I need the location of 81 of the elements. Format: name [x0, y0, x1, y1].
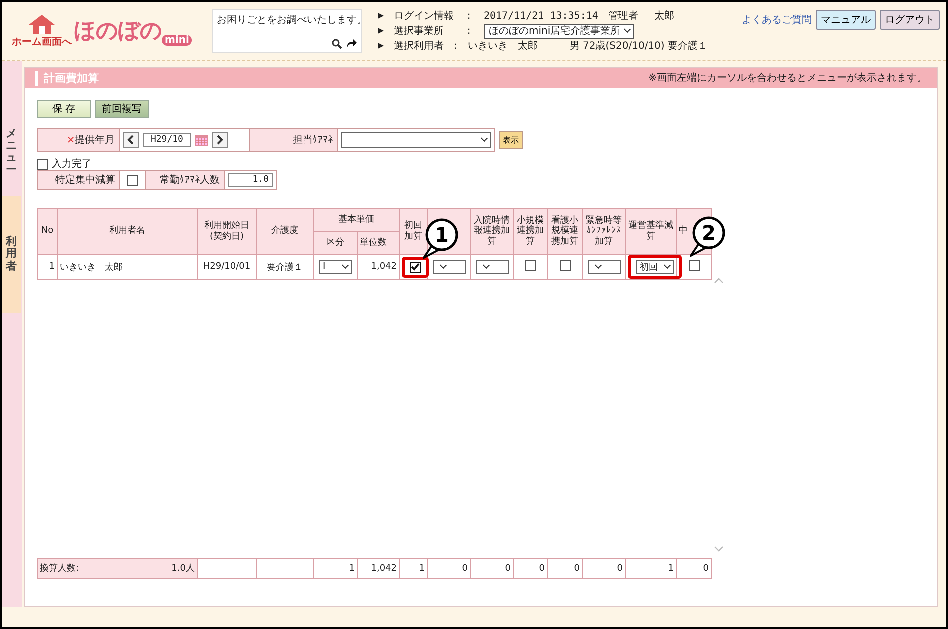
- info-separator: :: [453, 40, 459, 52]
- input-complete-checkbox[interactable]: [37, 158, 48, 170]
- search-icon[interactable]: [332, 39, 342, 49]
- column-header: 利用開始日 (契約日): [198, 208, 256, 254]
- info-label: 選択事業所: [394, 24, 445, 38]
- table-cell: 0: [514, 558, 548, 578]
- table-cell: 0: [428, 558, 470, 578]
- table-select[interactable]: [476, 260, 508, 274]
- office-select[interactable]: ほのぼのmini居宅介護事業所: [484, 24, 634, 38]
- info-value: 男 72歳(S20/10/10) 要介護１: [570, 40, 708, 53]
- bullet-icon: [378, 28, 384, 34]
- table-select[interactable]: [432, 260, 466, 274]
- table-cell: 1: [400, 558, 428, 578]
- info-label: 選択利用者: [394, 40, 444, 53]
- table-select[interactable]: Ⅰ: [319, 260, 352, 274]
- show-button[interactable]: 表示: [499, 131, 523, 149]
- column-header: 基本単価: [314, 208, 400, 232]
- next-month-button[interactable]: [212, 132, 228, 148]
- table-select[interactable]: [588, 260, 620, 274]
- field-label: 常勤ｹｱﾏﾈ人数: [145, 171, 226, 189]
- table-checkbox[interactable]: [688, 260, 700, 271]
- manual-button[interactable]: マニュアル: [816, 10, 876, 30]
- redo-arrow-icon[interactable]: [346, 39, 357, 49]
- column-header: 介護度: [256, 208, 314, 254]
- month-field[interactable]: H29/10: [143, 133, 192, 147]
- table-cell: H29/10/01: [198, 254, 256, 280]
- care-manager-select[interactable]: [341, 132, 491, 148]
- table-cell: 1: [314, 558, 358, 578]
- table-cell: いきいき 太郎: [58, 254, 198, 280]
- house-icon: [27, 13, 57, 35]
- notice-text: ※画面左端にカーソルを合わせるとメニューが表示されます。: [648, 72, 927, 85]
- chevron-right-icon: [216, 135, 224, 145]
- bullet-icon: [378, 13, 384, 19]
- column-header: 緊急時等ｶﾝﾌｧﾚﾝｽ加算: [582, 208, 626, 254]
- table-cell: 0: [676, 558, 712, 578]
- column-header: 初回加算: [400, 208, 428, 254]
- column-header: 看護小規模連携加算: [548, 208, 582, 254]
- reduction-checkbox[interactable]: [127, 174, 138, 186]
- table-cell: 1: [626, 558, 676, 578]
- save-button[interactable]: 保 存: [37, 100, 91, 118]
- table-cell: 0: [582, 558, 626, 578]
- checkbox-label: 入力完了: [52, 158, 92, 171]
- table-cell: 0: [470, 558, 514, 578]
- bullet-icon: [378, 43, 384, 49]
- table-cell: 1,042: [358, 254, 400, 280]
- column-header: 区分: [314, 232, 358, 254]
- staff-count-field[interactable]: 1.0: [228, 173, 274, 187]
- field-label: 特定集中減算: [38, 171, 120, 189]
- column-header: 運営基準減算: [626, 208, 676, 254]
- table-checkbox[interactable]: [560, 260, 570, 271]
- table-checkbox[interactable]: [410, 262, 421, 272]
- copy-previous-button[interactable]: 前回複写: [95, 100, 149, 118]
- side-tab[interactable]: メニュー: [2, 116, 21, 188]
- column-header: No: [38, 208, 58, 254]
- calendar-icon[interactable]: [195, 134, 208, 146]
- footer-label: 換算人数:: [40, 564, 80, 574]
- page-title: 計画費加算: [35, 70, 99, 86]
- table-cell: 1: [38, 254, 58, 280]
- info-separator: :: [466, 10, 472, 22]
- previous-month-button[interactable]: [123, 132, 140, 148]
- info-separator: :: [466, 26, 472, 36]
- table-cell: 要介護１: [256, 254, 314, 280]
- side-tab[interactable]: 利用者: [2, 196, 21, 313]
- info-value: いきいき 太郎: [468, 40, 538, 53]
- info-label: ログイン情報: [394, 10, 454, 23]
- logout-button[interactable]: ログアウト: [880, 10, 940, 30]
- info-value: 2017/11/21 13:35:14 管理者 太郎: [484, 10, 674, 23]
- column-header: 利用者名: [58, 208, 198, 254]
- search-field[interactable]: お困りごとをお調べいたします。: [212, 9, 362, 53]
- chevron-left-icon: [127, 135, 136, 145]
- field-label: ×提供年月: [38, 129, 120, 151]
- column-header: 小規模連携加算: [514, 208, 548, 254]
- table-select[interactable]: 初回: [636, 260, 674, 274]
- faq-link[interactable]: よくあるご質問: [742, 13, 812, 27]
- column-header: 単位数: [358, 232, 400, 254]
- column-header: 入院時情報連携加算: [470, 208, 514, 254]
- field-label: 担当ｹｱﾏﾈ: [248, 129, 338, 151]
- table-cell: 1,042: [358, 558, 400, 578]
- table-checkbox[interactable]: [525, 260, 536, 271]
- table-cell: 0: [548, 558, 582, 578]
- footer-value: 1.0人: [172, 562, 195, 575]
